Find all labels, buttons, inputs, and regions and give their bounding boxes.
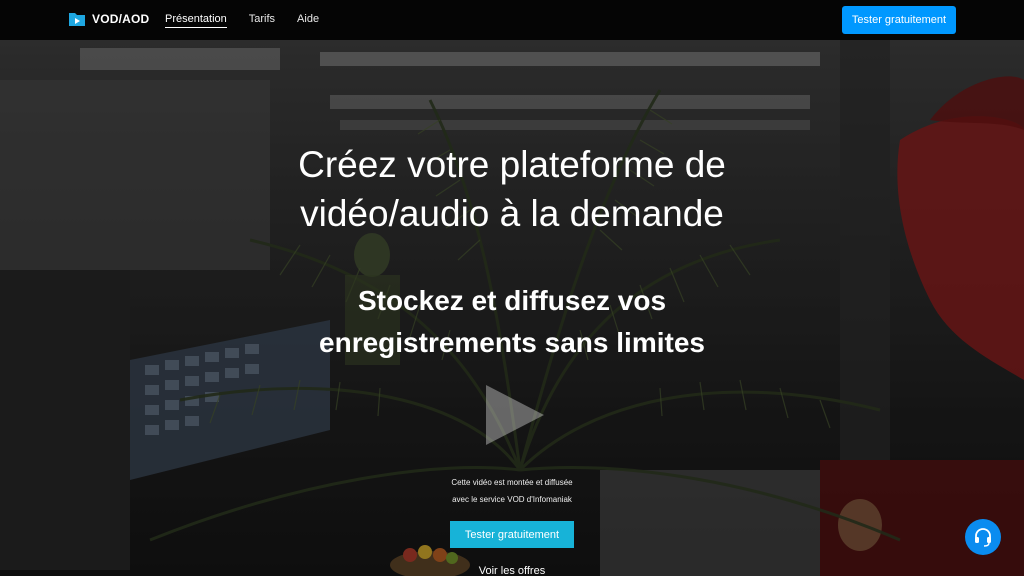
nav-item-tarifs[interactable]: Tarifs: [249, 13, 275, 27]
caption-line-2: avec le service VOD d'Infomaniak: [452, 495, 572, 504]
play-icon: [486, 385, 544, 445]
headline-line-2: vidéo/audio à la demande: [300, 193, 724, 234]
video-folder-icon: [69, 13, 85, 26]
caption-line-1: Cette vidéo est montée et diffusée: [451, 478, 573, 487]
subheadline-line-2: enregistrements sans limites: [319, 327, 705, 358]
headset-icon: [975, 528, 991, 547]
nav-item-aide[interactable]: Aide: [297, 13, 319, 27]
brand-logo[interactable]: VOD/AOD: [68, 11, 149, 27]
subheadline-line-1: Stockez et diffusez vos: [357, 285, 667, 316]
page: VOD/AOD Présentation Tarifs Aide Tester …: [0, 0, 1024, 576]
video-caption: Cette vidéo est montée et diffusée avec …: [0, 474, 1024, 508]
headline-line-1: Créez votre plateforme de: [298, 144, 726, 185]
top-navigation-bar: VOD/AOD Présentation Tarifs Aide Tester …: [0, 0, 1024, 40]
header-try-free-button[interactable]: Tester gratuitement: [842, 6, 956, 34]
brand-name: VOD/AOD: [92, 12, 150, 26]
hero-try-free-button[interactable]: Tester gratuitement: [450, 521, 574, 548]
see-offers-link[interactable]: Voir les offres: [0, 565, 1024, 576]
hero-section: Créez votre plateforme de vidéo/audio à …: [0, 40, 1024, 576]
main-nav: Présentation Tarifs Aide: [165, 0, 319, 40]
nav-item-presentation[interactable]: Présentation: [165, 13, 227, 28]
hero-headline: Créez votre plateforme de vidéo/audio à …: [0, 140, 1024, 238]
support-chat-button[interactable]: [965, 519, 1001, 555]
hero-subheadline: Stockez et diffusez vos enregistrements …: [0, 280, 1024, 364]
